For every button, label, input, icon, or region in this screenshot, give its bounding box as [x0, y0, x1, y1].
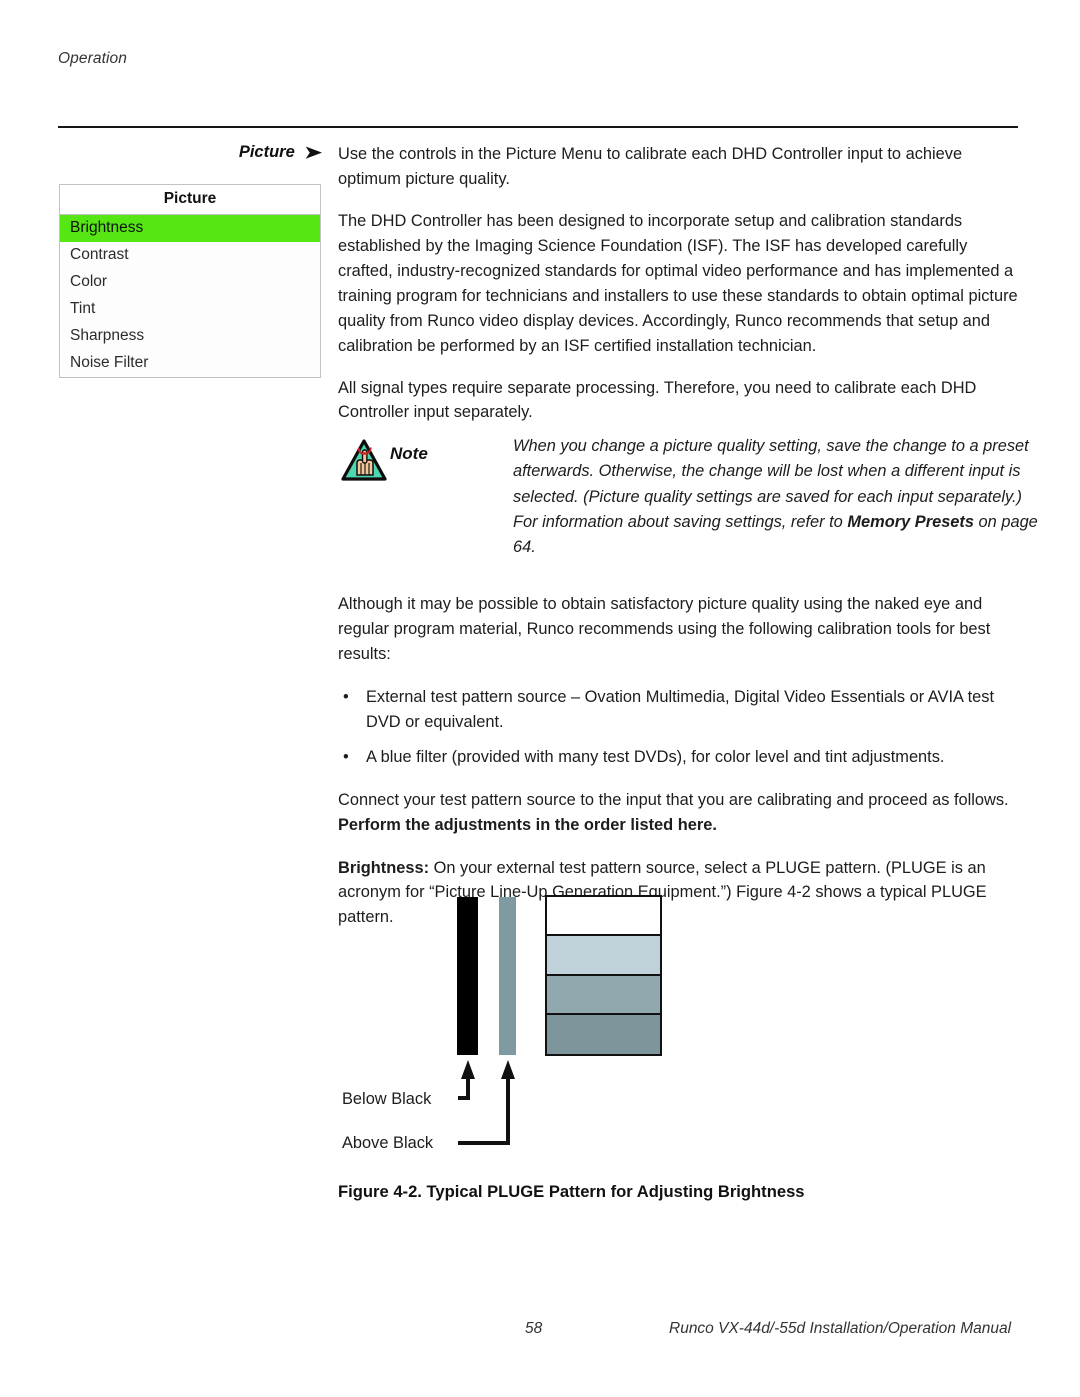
osd-menu-item-tint[interactable]: Tint: [60, 296, 320, 323]
note-text: When you change a picture quality settin…: [338, 434, 1038, 561]
osd-menu-item-sharpness[interactable]: Sharpness: [60, 323, 320, 350]
list-item: • A blue filter (provided with many test …: [338, 745, 1028, 770]
paragraph-signal-types: All signal types require separate proces…: [338, 378, 977, 422]
list-item-text: External test pattern source – Ovation M…: [366, 687, 995, 731]
connect-source-bold: Perform the adjustments in the order lis…: [338, 815, 717, 834]
connect-source-normal: Connect your test pattern source to the …: [338, 790, 1009, 809]
osd-menu-item-brightness[interactable]: Brightness: [60, 215, 320, 242]
paragraph-intro: Use the controls in the Picture Menu to …: [338, 145, 963, 188]
note-word-label: Note: [390, 444, 428, 463]
note-block: Note When you change a picture quality s…: [338, 434, 1038, 561]
paragraph-connect-source: Connect your test pattern source to the …: [338, 788, 1028, 838]
header-rule: [58, 126, 1018, 128]
figure-caption: Figure 4-2. Typical PLUGE Pattern for Ad…: [338, 1182, 805, 1201]
arrow-right-icon: ➤: [303, 143, 322, 162]
pluge-pattern-figure: Below Black Above Black: [338, 888, 1028, 1178]
paragraph-calibration-tools-intro: Although it may be possible to obtain sa…: [338, 595, 991, 663]
running-header-operation: Operation: [58, 50, 127, 67]
body-column-top: Use the controls in the Picture Menu to …: [338, 142, 1020, 425]
list-item-text: A blue filter (provided with many test D…: [366, 747, 945, 766]
section-label-text: Picture: [238, 143, 295, 161]
note-text-bold-link: Memory Presets: [847, 513, 974, 532]
list-item: • External test pattern source – Ovation …: [338, 685, 1028, 735]
paragraph-isf: The DHD Controller has been designed to …: [338, 211, 1018, 355]
footer-manual-title: Runco VX-44d/-55d Installation/Operation…: [669, 1320, 1012, 1337]
osd-menu-item-contrast[interactable]: Contrast: [60, 242, 320, 269]
section-label-picture: Picture ➤: [120, 143, 322, 162]
pluge-label-below-black: Below Black: [342, 1090, 432, 1108]
osd-menu-item-color[interactable]: Color: [60, 269, 320, 296]
osd-menu-item-noise-filter[interactable]: Noise Filter: [60, 350, 320, 377]
pluge-pattern-graphic: Below Black Above Black: [338, 888, 698, 1178]
bullet-icon: •: [343, 747, 349, 766]
osd-picture-menu: Picture Brightness Contrast Color Tint S…: [59, 184, 321, 378]
pluge-label-above-black: Above Black: [342, 1134, 434, 1152]
osd-menu-title: Picture: [60, 185, 320, 215]
brightness-heading: Brightness:: [338, 858, 430, 877]
page-number: 58: [525, 1320, 543, 1337]
note-hand-reminder-icon: [341, 439, 387, 481]
calibration-tools-list: • External test pattern source – Ovation …: [338, 685, 1028, 770]
bullet-icon: •: [343, 687, 349, 706]
